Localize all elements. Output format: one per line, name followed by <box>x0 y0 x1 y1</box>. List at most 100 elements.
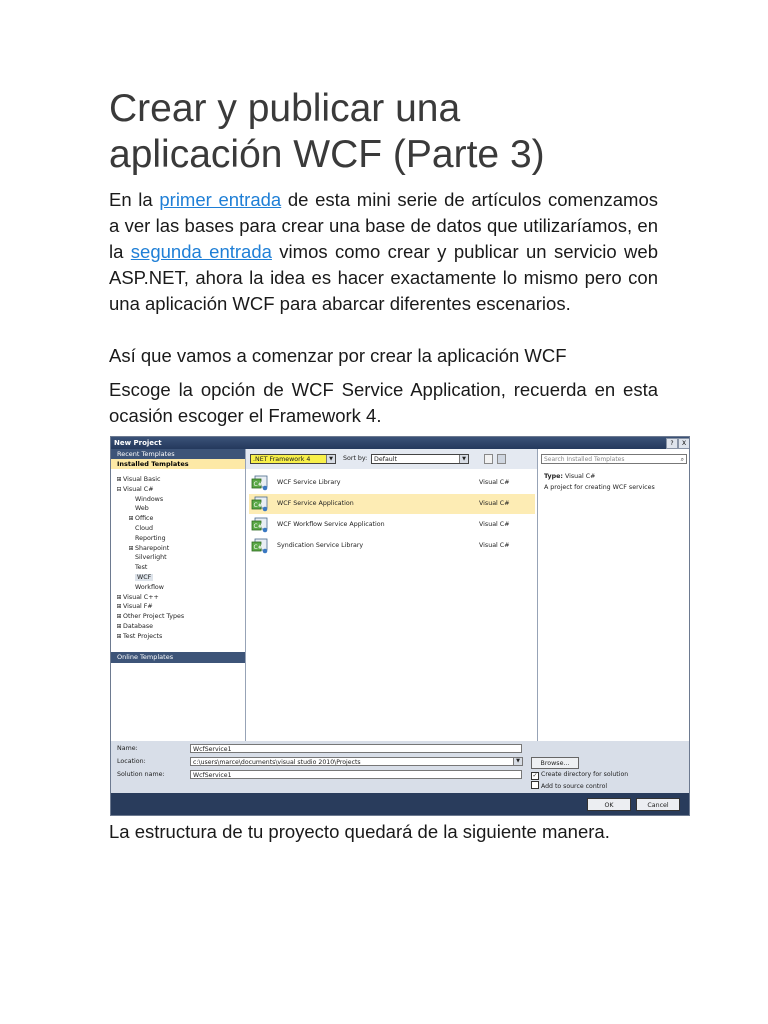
expand-icon[interactable]: ⊞ <box>115 632 123 642</box>
template-name: Syndication Service Library <box>277 542 364 549</box>
template-language: Visual C# <box>479 500 510 507</box>
dialog-title: New Project <box>111 437 689 449</box>
expand-icon[interactable]: ⊟ <box>115 485 123 495</box>
tree-item-label: Web <box>135 505 149 513</box>
tree-item[interactable]: Workflow <box>111 583 245 593</box>
template-row[interactable]: C# Syndication Service Library Visual C# <box>249 536 535 556</box>
svg-text:C#: C# <box>254 481 263 488</box>
tree-item-label: Test Projects <box>123 632 163 640</box>
template-language: Visual C# <box>479 479 510 486</box>
title-line-2: aplicación WCF (Parte 3) <box>109 133 545 176</box>
svg-text:C#: C# <box>254 523 263 530</box>
tree-item[interactable]: ⊞Database <box>111 622 245 632</box>
browse-button[interactable]: Browse... <box>531 757 579 769</box>
tree-item[interactable]: Web <box>111 504 245 514</box>
chevron-down-icon: ▼ <box>459 455 468 463</box>
template-toolbar: .NET Framework 4 ▼ Sort by: Default ▼ <box>246 449 537 469</box>
location-input[interactable]: c:\users\marce\documents\visual studio 2… <box>190 757 523 766</box>
tree-item[interactable]: Cloud <box>111 524 245 534</box>
help-icon[interactable]: ? <box>666 438 678 449</box>
template-row[interactable]: C# WCF Workflow Service Application Visual… <box>249 515 535 535</box>
tree-item[interactable]: Windows <box>111 495 245 505</box>
grid-view-icon[interactable] <box>497 454 506 464</box>
recent-templates-header[interactable]: Recent Templates <box>111 449 245 459</box>
tree-item[interactable]: ⊞Visual F# <box>111 602 245 612</box>
link-primer-entrada[interactable]: primer entrada <box>159 189 281 210</box>
tree-item-label: Visual Basic <box>123 476 161 483</box>
project-settings: Name: WcfService1 Location: c:\users\mar… <box>111 741 689 793</box>
type-value: Visual C# <box>564 473 596 480</box>
expand-icon[interactable]: ⊞ <box>127 514 135 524</box>
tree-item[interactable]: ⊞Other Project Types <box>111 612 245 622</box>
template-name: WCF Service Application <box>277 500 354 507</box>
expand-icon[interactable]: ⊞ <box>115 602 123 612</box>
intro-text-start: En la <box>109 189 160 210</box>
wcf-template-icon: C# <box>251 496 268 512</box>
tree-item[interactable]: ⊟Visual C# <box>111 485 245 495</box>
paragraph-2: Así que vamos a comenzar por crear la ap… <box>109 345 567 366</box>
paragraph-4: La estructura de tu proyecto quedará de … <box>109 821 610 842</box>
link-segunda-entrada[interactable]: segunda entrada <box>131 241 272 262</box>
expand-icon[interactable]: ⊞ <box>115 475 123 485</box>
framework-select[interactable]: .NET Framework 4 ▼ <box>250 454 336 464</box>
template-row[interactable]: C# WCF Service Library Visual C# <box>249 473 535 493</box>
tree-item-label: Windows <box>135 495 164 503</box>
expand-icon[interactable]: ⊞ <box>127 544 135 554</box>
expand-icon[interactable]: ⊞ <box>115 622 123 632</box>
tree-item-label: Database <box>123 622 154 630</box>
tree-item-label: Visual C++ <box>123 593 159 601</box>
location-value: c:\users\marce\documents\visual studio 2… <box>193 759 361 766</box>
expand-icon[interactable]: ⊞ <box>115 593 123 603</box>
tree-item[interactable]: ⊞Sharepoint <box>111 544 245 554</box>
search-templates-input[interactable]: Search Installed Templates ⌕ <box>541 454 687 464</box>
sort-by-value: Default <box>374 456 398 463</box>
template-row[interactable]: C# WCF Service Application Visual C# <box>249 494 535 514</box>
template-tree-pane: Recent Templates Installed Templates ⊞Vi… <box>111 449 246 741</box>
template-tree: ⊞Visual Basic ⊟Visual C# Windows Web ⊞Office… <box>111 469 245 642</box>
template-language: Visual C# <box>479 542 510 549</box>
tree-item-label: Workflow <box>135 583 164 591</box>
template-details-pane: Search Installed Templates ⌕ Type: Visua… <box>537 449 689 741</box>
solution-name-input[interactable]: WcfService1 <box>190 770 522 779</box>
new-project-dialog-screenshot: New Project ? X Recent Templates Install… <box>110 436 690 816</box>
tree-item[interactable]: Test <box>111 563 245 573</box>
chevron-down-icon: ▼ <box>326 455 335 463</box>
list-view-icon[interactable] <box>484 454 493 464</box>
wcf-template-icon: C# <box>251 475 268 491</box>
tree-item[interactable]: ⊞Visual C++ <box>111 593 245 603</box>
sort-by-label: Sort by: <box>343 455 368 462</box>
tree-item-label: Sharepoint <box>135 544 170 552</box>
project-name-input[interactable]: WcfService1 <box>190 744 522 753</box>
template-name: WCF Service Library <box>277 479 341 486</box>
template-language: Visual C# <box>479 521 510 528</box>
online-templates-header[interactable]: Online Templates <box>111 652 245 663</box>
add-source-control-label: Add to source control <box>541 783 608 790</box>
tree-item[interactable]: ⊞Test Projects <box>111 632 245 642</box>
template-description: A project for creating WCF services <box>544 484 655 491</box>
expand-icon[interactable]: ⊞ <box>115 612 123 622</box>
tree-item[interactable]: ⊞Visual Basic <box>111 475 245 485</box>
tree-item[interactable]: Silverlight <box>111 553 245 563</box>
close-icon[interactable]: X <box>678 438 689 449</box>
svg-text:C#: C# <box>254 502 263 509</box>
tree-item-label: Other Project Types <box>123 613 185 621</box>
checkmark-icon: ✓ <box>531 772 539 780</box>
checkbox-empty-icon <box>531 781 539 789</box>
tree-item-label: Visual F# <box>123 603 153 611</box>
tree-item-label: Office <box>135 515 154 523</box>
create-directory-checkbox[interactable]: ✓ Create directory for solution <box>531 770 628 780</box>
title-line-1: Crear y publicar una <box>109 87 461 130</box>
cancel-button[interactable]: Cancel <box>636 798 680 811</box>
add-source-control-checkbox[interactable]: Add to source control <box>531 781 607 791</box>
sort-by-select[interactable]: Default ▼ <box>371 454 469 464</box>
ok-button[interactable]: OK <box>587 798 631 811</box>
tree-item[interactable]: Reporting <box>111 534 245 544</box>
framework-value: .NET Framework 4 <box>253 456 311 463</box>
tree-item[interactable]: WCF <box>111 573 245 583</box>
name-label: Name: <box>117 745 138 752</box>
dialog-footer: OK Cancel <box>111 793 689 815</box>
wcf-template-icon: C# <box>251 517 268 533</box>
installed-templates-header[interactable]: Installed Templates <box>111 459 245 469</box>
paragraph-3: Escoge la opción de WCF Service Applicat… <box>109 379 658 426</box>
tree-item[interactable]: ⊞Office <box>111 514 245 524</box>
